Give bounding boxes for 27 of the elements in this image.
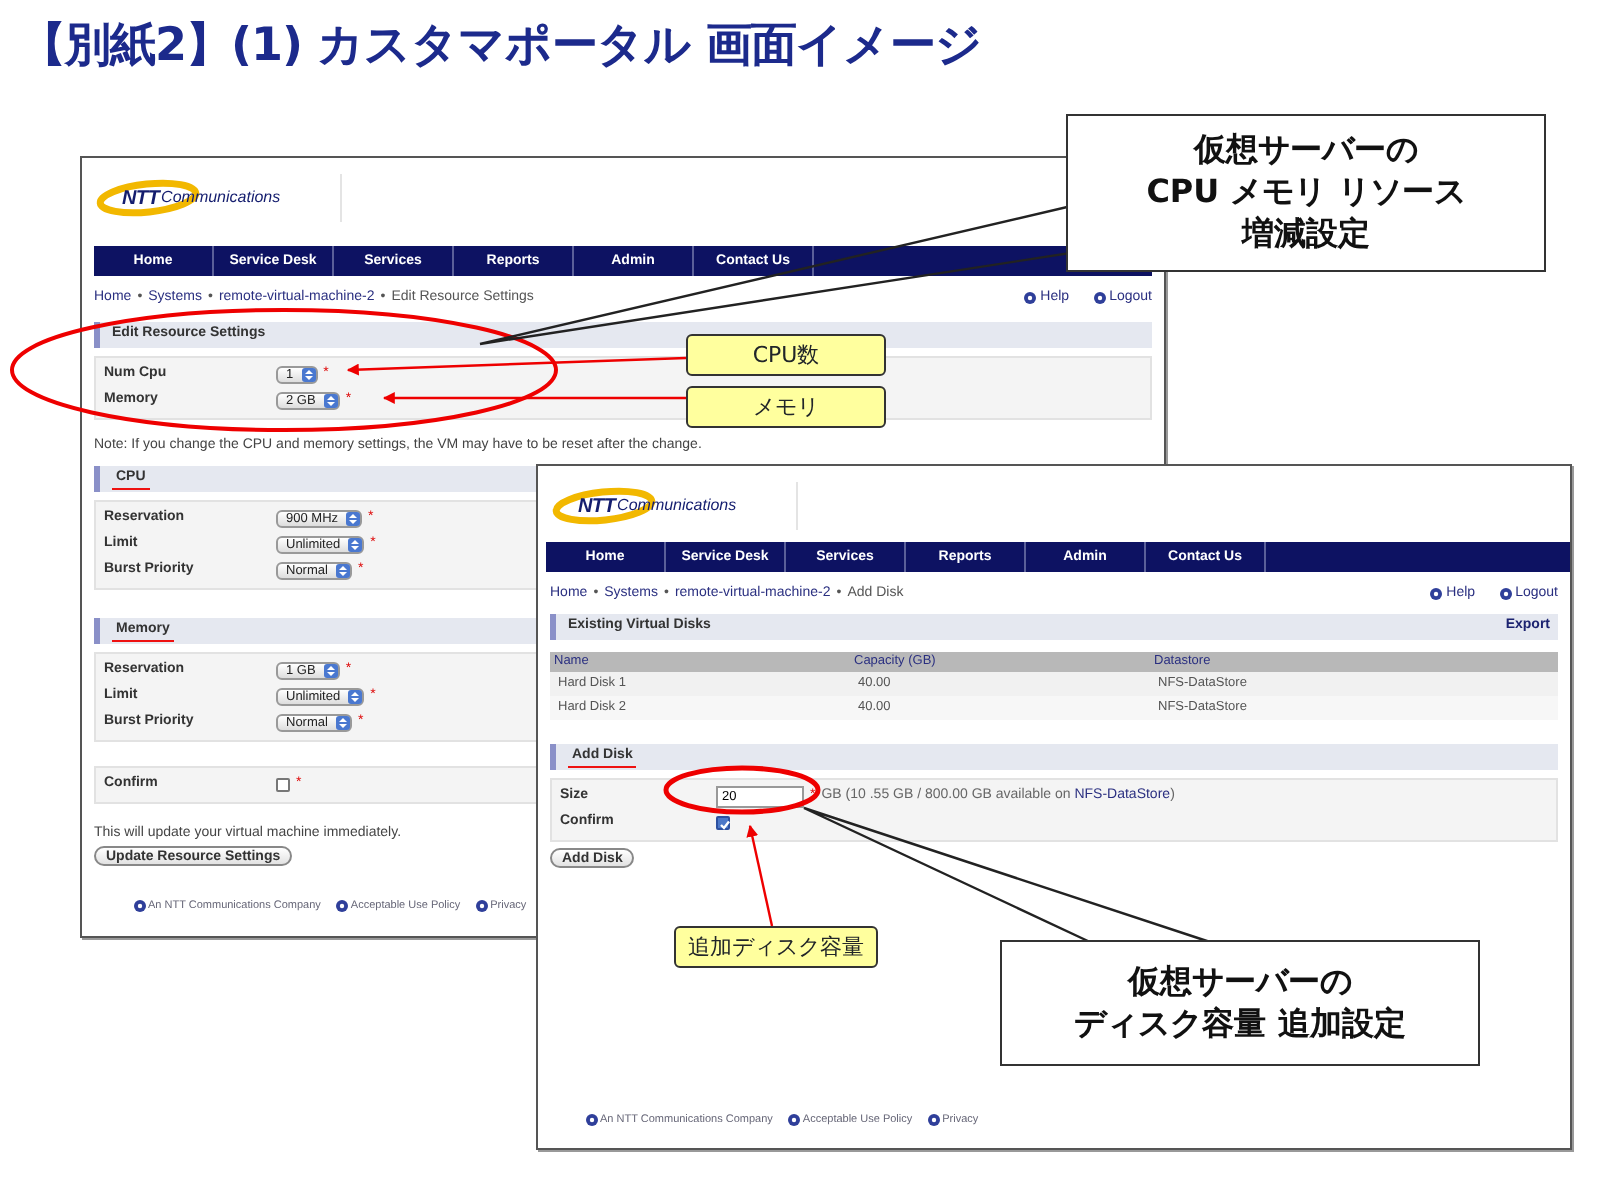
stepper-icon — [323, 664, 338, 678]
arrow — [746, 824, 774, 927]
bullet-icon — [336, 900, 349, 913]
annotation-label: メモリ — [686, 386, 886, 428]
callout-box: 仮想サーバーの CPU メモリ リソース 増減設定 — [1066, 114, 1546, 272]
stepper-icon — [348, 690, 363, 704]
bullet-icon — [1430, 588, 1443, 600]
annotation-label: 追加ディスク容量 — [674, 926, 878, 968]
bullet-icon — [586, 1113, 598, 1126]
annotation-label: CPU数 — [686, 334, 886, 376]
stepper-icon — [323, 394, 338, 408]
stepper-icon — [348, 538, 363, 552]
bullet-icon — [788, 1113, 801, 1126]
stepper-icon — [335, 716, 350, 730]
bullet-icon — [134, 900, 146, 913]
bullet-icon — [1024, 292, 1037, 304]
checkbox[interactable] — [276, 778, 290, 792]
callout-box: 仮想サーバーの ディスク容量 追加設定 — [1000, 940, 1480, 1066]
bullet-icon — [1499, 588, 1512, 600]
bullet-icon — [476, 900, 489, 913]
stepper-icon — [335, 564, 350, 578]
stepper-icon — [301, 368, 316, 382]
checkbox[interactable] — [716, 815, 730, 830]
bullet-icon — [1093, 292, 1106, 304]
stepper-icon — [346, 512, 361, 526]
bullet-icon — [928, 1113, 941, 1126]
slide-title: 【別紙2】(1) カスタマポータル 画面イメージ — [20, 18, 983, 76]
